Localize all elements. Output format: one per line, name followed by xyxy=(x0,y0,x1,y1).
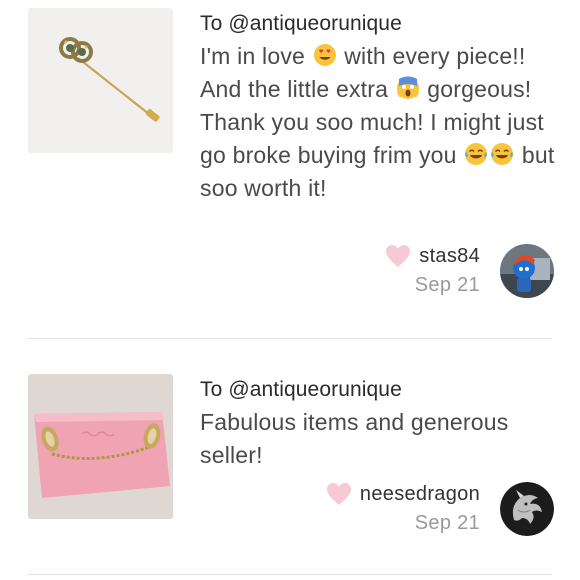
tears-of-joy-emoji-icon xyxy=(465,143,488,165)
tears-of-joy-emoji-icon xyxy=(491,143,514,165)
review-recipient: To @antiqueorunique xyxy=(200,378,402,401)
review-divider xyxy=(28,574,552,575)
heart-eyes-emoji-icon xyxy=(313,44,336,66)
review-date: Sep 21 xyxy=(414,274,480,296)
screaming-emoji-icon xyxy=(396,76,420,99)
reviewer-username[interactable]: stas84 xyxy=(419,245,480,268)
avatar-image xyxy=(500,244,554,298)
review-date: Sep 21 xyxy=(414,512,480,534)
review-message: I'm in love with every piece!! And the l… xyxy=(200,40,556,205)
product-thumbnail[interactable] xyxy=(28,374,173,519)
review-author-block: neesedragon Sep 21 xyxy=(326,482,480,535)
heart-icon[interactable] xyxy=(326,482,352,506)
reviews-page: To @antiqueorunique I'm in love with eve… xyxy=(0,0,580,580)
review-body: To @antiqueorunique Fabulous items and g… xyxy=(200,376,556,472)
author-row: neesedragon xyxy=(326,482,480,506)
review-item: To @antiqueorunique Fabulous items and g… xyxy=(0,339,580,574)
reviewer-username[interactable]: neesedragon xyxy=(360,483,480,506)
reviewer-avatar[interactable] xyxy=(500,244,554,298)
review-item: To @antiqueorunique I'm in love with eve… xyxy=(0,0,580,338)
product-thumbnail[interactable] xyxy=(28,8,173,153)
stick-pin-image xyxy=(28,8,173,153)
review-body: To @antiqueorunique I'm in love with eve… xyxy=(200,10,556,205)
review-message: Fabulous items and generous seller! xyxy=(200,409,509,468)
heart-icon[interactable] xyxy=(385,244,411,268)
reviewer-avatar[interactable] xyxy=(500,482,554,536)
author-row: stas84 xyxy=(385,244,480,268)
review-recipient: To @antiqueorunique xyxy=(200,12,402,35)
review-author-block: stas84 Sep 21 xyxy=(385,244,480,297)
message-text: I'm in love xyxy=(200,43,312,69)
pink-box-brooch-image xyxy=(28,374,173,519)
dragon-avatar-image xyxy=(500,482,554,536)
